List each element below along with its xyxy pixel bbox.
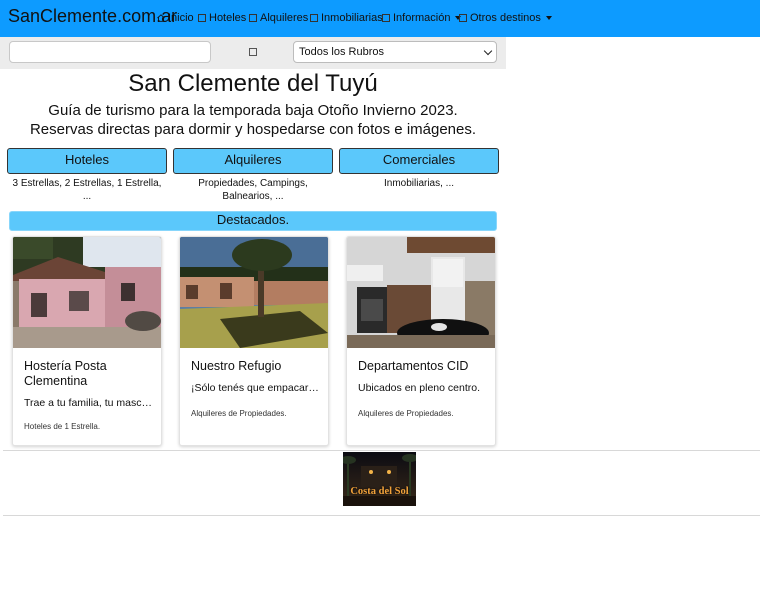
hoteles-button[interactable]: Hoteles <box>7 148 167 174</box>
square-icon <box>382 14 390 22</box>
card-text: Trae a tu familia, tu mascot... <box>24 397 154 409</box>
comerciales-button[interactable]: Comerciales <box>339 148 499 174</box>
category-select-value: Todos los Rubros <box>299 46 384 58</box>
featured-card-hosteria[interactable]: Hostería Posta Clementina Trae a tu fami… <box>12 236 162 446</box>
card-text: Ubicados en pleno centro. <box>358 382 480 394</box>
square-icon <box>310 14 318 22</box>
nav-item-inicio[interactable]: Inicio <box>157 12 194 24</box>
home-icon <box>157 14 165 22</box>
caret-down-icon <box>545 16 552 20</box>
nav-label: Inicio <box>168 12 194 24</box>
nav-item-informacion[interactable]: Información <box>382 12 462 24</box>
square-icon <box>198 14 206 22</box>
card-image[interactable] <box>13 237 161 348</box>
category-select[interactable]: Todos los Rubros <box>293 41 497 63</box>
square-icon <box>459 14 467 22</box>
card-category: Alquileres de Propiedades. <box>191 409 287 418</box>
alquileres-button[interactable]: Alquileres <box>173 148 333 174</box>
site-brand[interactable]: SanClemente.com.ar <box>8 6 177 27</box>
nav-item-alquileres[interactable]: Alquileres <box>249 12 308 24</box>
card-category: Hoteles de 1 Estrella. <box>24 422 101 431</box>
search-button[interactable] <box>249 48 257 56</box>
search-input[interactable] <box>9 41 211 63</box>
square-icon <box>249 14 257 22</box>
card-image[interactable] <box>180 237 328 348</box>
page-subtitle: Guía de turismo para la temporada baja O… <box>29 102 477 138</box>
divider <box>3 450 760 451</box>
card-title[interactable]: Hostería Posta Clementina <box>24 359 152 389</box>
divider <box>3 515 760 516</box>
nav-label: Otros destinos <box>470 12 541 24</box>
card-image[interactable] <box>347 237 495 348</box>
featured-card-departamentos-cid[interactable]: Departamentos CID Ubicados en pleno cent… <box>346 236 496 446</box>
alquileres-description: Propiedades, Campings, Balnearios, ... <box>198 178 308 202</box>
card-text: ¡Sólo tenés que empacar t... <box>191 382 321 394</box>
nav-item-hoteles[interactable]: Hoteles <box>198 12 246 24</box>
card-title[interactable]: Nuestro Refugio <box>191 359 319 374</box>
featured-heading: Destacados. <box>9 211 497 231</box>
top-navbar: SanClemente.com.ar Inicio Hoteles Alquil… <box>0 0 760 37</box>
chevron-down-icon <box>483 46 493 56</box>
nav-item-inmobiliarias[interactable]: Inmobiliarias <box>310 12 383 24</box>
nav-label: Información <box>393 12 451 24</box>
banner-text: Costa del Sol <box>350 486 409 497</box>
nav-item-otros-destinos[interactable]: Otros destinos <box>459 12 552 24</box>
page-title: San Clemente del Tuyú <box>128 70 378 97</box>
featured-card-nuestro-refugio[interactable]: Nuestro Refugio ¡Sólo tenés que empacar … <box>179 236 329 446</box>
hoteles-description: 3 Estrellas, 2 Estrellas, 1 Estrella, ..… <box>12 178 162 202</box>
nav-label: Inmobiliarias <box>321 12 383 24</box>
costa-del-sol-banner[interactable]: Costa del Sol <box>340 452 418 506</box>
nav-label: Hoteles <box>209 12 247 24</box>
comerciales-description: Inmobiliarias, ... <box>383 178 455 189</box>
card-category: Alquileres de Propiedades. <box>358 409 454 418</box>
nav-label: Alquileres <box>260 12 309 24</box>
card-title[interactable]: Departamentos CID <box>358 359 486 374</box>
